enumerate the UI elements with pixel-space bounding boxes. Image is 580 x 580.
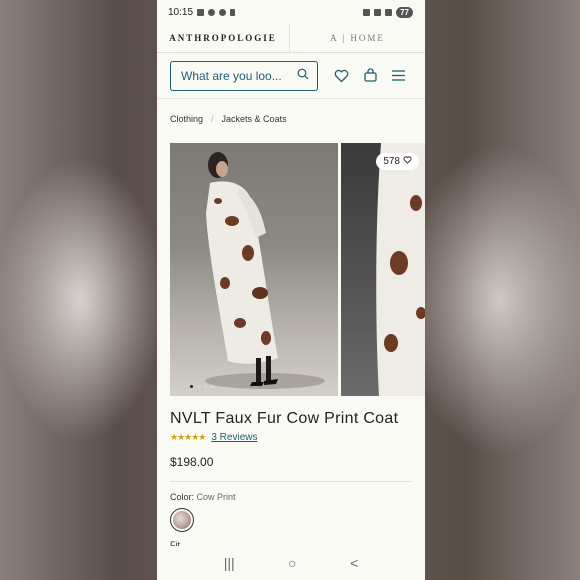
color-label-row: Color: Cow Print [170,492,425,502]
product-image-secondary[interactable]: 578 [341,143,425,396]
phone-icon [230,8,236,16]
mail-icon [197,8,205,16]
phone-screen: 10:15 77 ANTHROPOLOGIE A | HOME What are… [157,0,425,580]
header-search-row [157,53,425,99]
color-swatch-cow-print[interactable] [170,508,194,532]
color-value: Cow Print [196,492,236,502]
product-title: NVLT Faux Fur Cow Print Coat [170,410,399,427]
back-button[interactable]: < [350,555,358,571]
reviews-link[interactable]: 3 Reviews [211,432,257,443]
signal-icon [385,8,393,16]
gallery-pagination-dots [190,385,214,388]
color-label: Color: [170,492,195,502]
product-rating: ★★★★★ 3 Reviews [170,432,425,443]
wifi-icon [374,8,382,16]
gallery-dot[interactable] [197,385,200,388]
search-icon[interactable] [297,67,309,85]
search-input[interactable] [181,68,289,83]
gallery-dot[interactable] [211,385,214,388]
search-box[interactable] [170,60,318,91]
swatch-image [173,511,191,529]
brand-home-tab[interactable]: A | HOME [290,24,425,52]
divider [170,481,412,482]
notification-icon [208,8,216,16]
mute-icon [363,8,371,16]
status-time: 10:15 [168,6,194,18]
rating-stars: ★★★★★ [170,432,206,442]
sync-icon [219,8,227,16]
recent-apps-button[interactable]: ||| [224,555,235,571]
heart-outline-icon [403,156,412,167]
hamburger-menu-icon[interactable] [392,70,405,81]
gallery-dot[interactable] [190,385,193,388]
gallery-dot[interactable] [204,385,207,388]
product-price: $198.00 [170,455,214,469]
product-image-main[interactable] [170,143,338,396]
home-button[interactable]: ○ [288,555,296,571]
like-count: 578 [383,156,400,167]
status-bar: 10:15 77 [157,0,425,24]
breadcrumb: Clothing / Jackets & Coats [157,99,425,139]
android-nav-bar: ||| ○ < [157,546,425,580]
shopping-bag-icon[interactable] [363,68,378,83]
heart-icon[interactable] [334,69,349,83]
battery-indicator: 77 [396,6,413,18]
breadcrumb-clothing[interactable]: Clothing [170,114,203,124]
brand-bar: ANTHROPOLOGIE A | HOME [157,24,425,53]
product-image-gallery[interactable]: 578 [157,143,425,396]
like-badge[interactable]: 578 [376,153,419,170]
brand-anthropologie-tab[interactable]: ANTHROPOLOGIE [157,24,290,52]
breadcrumb-separator: / [211,114,214,124]
breadcrumb-jackets-coats[interactable]: Jackets & Coats [222,114,287,124]
